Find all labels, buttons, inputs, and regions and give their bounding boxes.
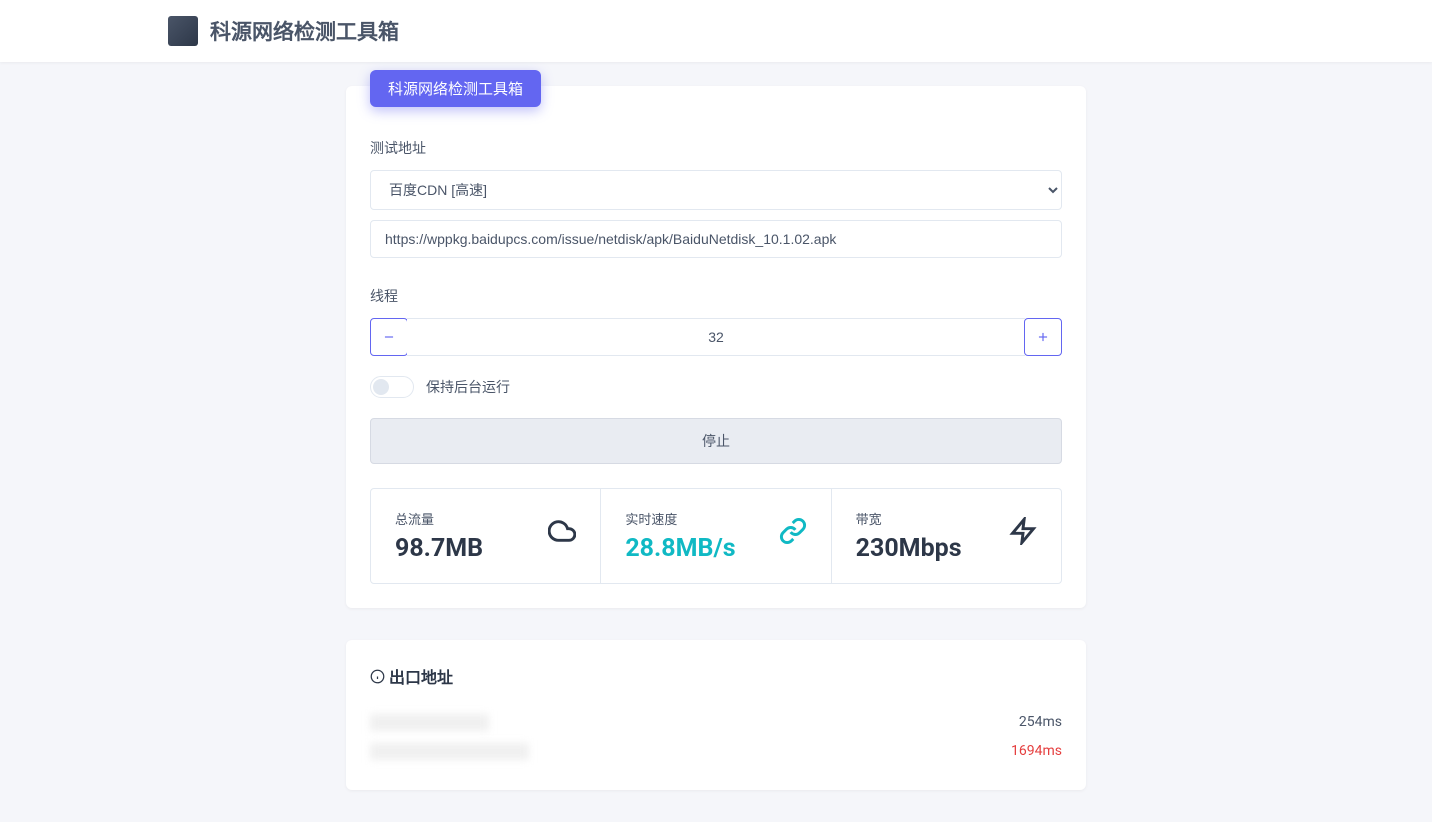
url-input[interactable] — [370, 220, 1062, 258]
stat-bandwidth-value: 230Mbps — [856, 534, 962, 563]
exit-address: ████████████████ — [370, 743, 529, 760]
exit-row: ████████████ 254ms — [370, 708, 1062, 737]
stat-speed-label: 实时速度 — [625, 509, 735, 528]
increase-button[interactable] — [1024, 318, 1062, 356]
stop-button[interactable]: 停止 — [370, 418, 1062, 464]
stat-bandwidth: 带宽 230Mbps — [832, 489, 1061, 583]
exit-latency: 1694ms — [1011, 743, 1062, 760]
exit-address: ████████████ — [370, 714, 489, 731]
toggle-knob — [373, 379, 389, 395]
stats-row: 总流量 98.7MB 实时速度 28.8MB/s 带宽 230Mbps — [370, 488, 1062, 584]
threads-stepper — [370, 318, 1062, 356]
main-card: 科源网络检测工具箱 测试地址 百度CDN [高速] 线程 — [346, 86, 1086, 608]
stat-speed: 实时速度 28.8MB/s — [601, 489, 831, 583]
exit-title: 出口地址 — [370, 664, 1062, 688]
minus-icon — [382, 330, 396, 344]
threads-input[interactable] — [407, 318, 1025, 356]
zap-icon — [1009, 517, 1037, 545]
background-toggle[interactable] — [370, 376, 414, 398]
stat-traffic-label: 总流量 — [395, 509, 483, 528]
stat-traffic-value: 98.7MB — [395, 534, 483, 563]
stat-speed-value: 28.8MB/s — [625, 534, 735, 563]
stat-bandwidth-label: 带宽 — [856, 509, 962, 528]
stat-traffic: 总流量 98.7MB — [371, 489, 601, 583]
exit-card: 出口地址 ████████████ 254ms ████████████████ 16… — [346, 640, 1086, 790]
cdn-select[interactable]: 百度CDN [高速] — [370, 170, 1062, 210]
test-url-label: 测试地址 — [370, 138, 1062, 158]
exit-row: ████████████████ 1694ms — [370, 737, 1062, 766]
plus-icon — [1036, 330, 1050, 344]
card-tab[interactable]: 科源网络检测工具箱 — [370, 70, 541, 107]
exit-title-text: 出口地址 — [389, 664, 453, 688]
background-label: 保持后台运行 — [426, 377, 510, 397]
decrease-button[interactable] — [370, 318, 408, 356]
cloud-icon — [548, 517, 576, 545]
info-icon — [370, 669, 385, 684]
link-icon — [779, 517, 807, 545]
threads-label: 线程 — [370, 286, 1062, 306]
header-bar: 科源网络检测工具箱 — [0, 0, 1432, 62]
header-avatar — [168, 16, 198, 46]
app-title: 科源网络检测工具箱 — [210, 16, 399, 46]
exit-latency: 254ms — [1019, 714, 1062, 731]
